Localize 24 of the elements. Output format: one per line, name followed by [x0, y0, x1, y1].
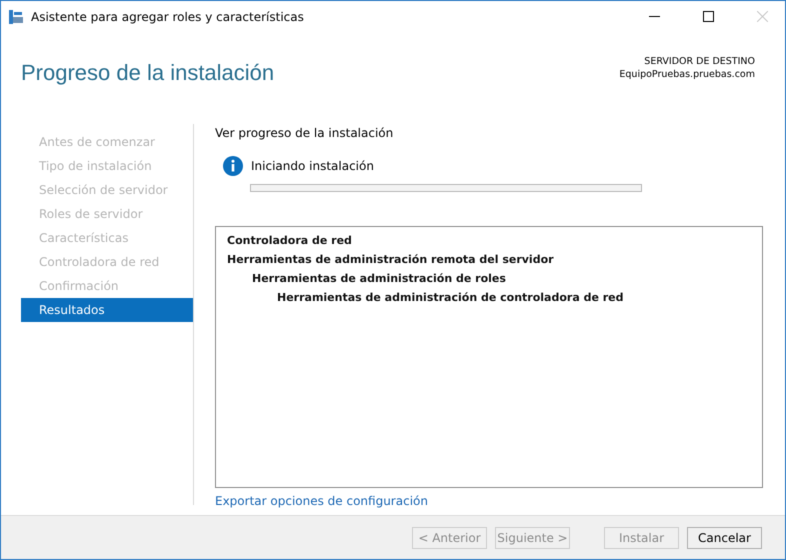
- export-link[interactable]: Exportar opciones de configuración: [215, 494, 428, 508]
- maximize-icon: [702, 11, 714, 22]
- tree-item: Controladora de red: [227, 233, 353, 249]
- sidebar-item[interactable]: Antes de comenzar: [21, 130, 193, 154]
- section-heading: Ver progreso de la instalación: [215, 126, 394, 140]
- sidebar-item[interactable]: Selección de servidor: [21, 178, 193, 202]
- status-text: Iniciando instalación: [251, 159, 374, 173]
- sidebar-item[interactable]: Confirmación: [21, 274, 193, 298]
- close-icon: [756, 11, 768, 22]
- info-icon: [223, 156, 243, 176]
- tree-item: Herramientas de administración remota del servidor: [227, 252, 555, 268]
- sidebar-item[interactable]: Roles de servidor: [21, 202, 193, 226]
- sidebar-item[interactable]: Tipo de instalación: [21, 154, 193, 178]
- window-title: Asistente para agregar roles y características: [31, 10, 305, 24]
- server-label: SERVIDOR DE DESTINO: [644, 56, 755, 67]
- wizard-button[interactable]: Cancelar: [687, 526, 762, 548]
- page-title: Progreso de la instalación: [21, 60, 274, 86]
- tree-item: Herramientas de administración de controladora de red: [276, 290, 625, 306]
- sidebar-item[interactable]: Características: [21, 226, 193, 250]
- tree-item: Herramientas de administración de roles: [251, 271, 507, 287]
- sidebar-item[interactable]: Resultados: [21, 298, 193, 322]
- sidebar-item[interactable]: Controladora de red: [21, 250, 193, 274]
- server-name: EquipoPruebas.pruebas.com: [619, 69, 755, 80]
- app-icon: [9, 10, 23, 24]
